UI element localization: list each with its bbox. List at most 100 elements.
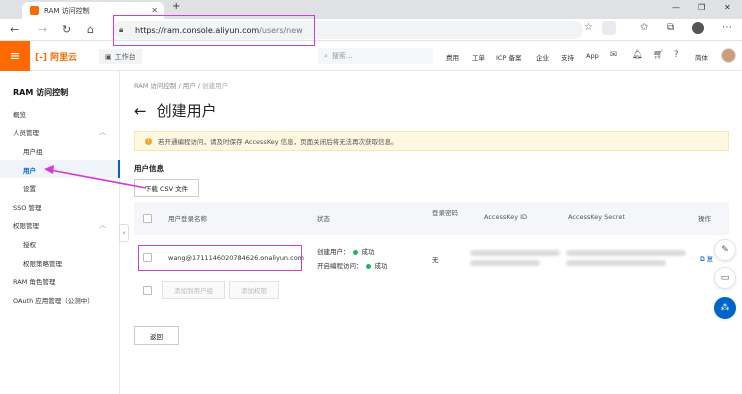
breadcrumb-current: 创建用户 — [202, 82, 229, 90]
help-icon[interactable]: ? — [674, 50, 679, 60]
search-input[interactable]: ⌕ 搜索... — [318, 48, 433, 64]
sidebar-item-users[interactable]: 用户 — [23, 165, 36, 175]
message-icon[interactable]: ✉ — [610, 50, 617, 60]
sidebar: RAM 访问控制 概览 人员管理 ︿ 用户组 用户 设置 SSO 管理 权限管理… — [0, 71, 120, 394]
accesskey-secret-blurred — [566, 250, 686, 256]
sidebar-title: RAM 访问控制 — [13, 88, 69, 97]
search-icon: ⌕ — [324, 51, 328, 60]
reload-icon[interactable]: ↻ — [62, 23, 71, 36]
close-tab-icon[interactable]: ✕ — [151, 6, 158, 15]
sidebar-item-settings[interactable]: 设置 — [23, 183, 36, 193]
th-password: 登录密码 — [432, 209, 458, 217]
feedback-icon[interactable]: ✎ — [714, 239, 736, 261]
sidebar-item-policies[interactable]: 权限策略管理 — [23, 258, 62, 268]
breadcrumb-users[interactable]: 用户 — [183, 82, 196, 90]
notice-text: 若开通编程访问，请及时保存 AccessKey 信息，页面关闭后将无法再次获取信… — [158, 138, 398, 146]
profile-avatar[interactable] — [692, 22, 704, 34]
status-prog-label: 开启编程访问： — [317, 262, 363, 270]
status-create-value: 成功 — [361, 248, 375, 256]
back-icon[interactable]: ← — [10, 23, 19, 36]
tab-title: RAM 访问控制 — [44, 6, 90, 15]
sidebar-item-groups[interactable]: 用户组 — [23, 146, 43, 156]
accesskey-id-blurred — [470, 250, 560, 256]
breadcrumb-ram[interactable]: RAM 访问控制 — [134, 82, 176, 90]
forward-icon[interactable]: → — [38, 23, 47, 36]
sidebar-item-grants[interactable]: 授权 — [23, 239, 36, 249]
accesskey-secret-blurred — [566, 260, 666, 266]
extension-icon[interactable] — [602, 21, 616, 35]
sidebar-item-permissions[interactable]: 权限管理 — [13, 220, 39, 230]
chat-icon[interactable]: ▭ — [714, 267, 736, 289]
workbench-icon: ▣ — [105, 52, 112, 61]
maximize-icon[interactable]: ❐ — [698, 3, 705, 12]
page-title-text: 创建用户 — [156, 102, 217, 120]
status-prog-value: 成功 — [374, 262, 388, 270]
password-value: 无 — [432, 256, 439, 264]
console-header: ≡ [-] 阿里云 ▣ 工作台 ⌕ 搜索... 费用 工单 ICP 备案 企业 … — [0, 41, 742, 71]
header-link-icp[interactable]: ICP 备案 — [496, 52, 521, 62]
language-switch[interactable]: 简体 — [695, 52, 708, 62]
favorites-icon[interactable]: ✩ — [640, 22, 648, 33]
sidebar-item-oauth[interactable]: OAuth 应用管理（公测中） — [13, 295, 94, 305]
sidebar-active-indicator — [0, 160, 120, 178]
cart-icon[interactable]: 🛒︎ — [653, 50, 664, 60]
return-button[interactable]: 返回 — [134, 326, 179, 345]
add-to-group-button[interactable]: 添加到用户组 — [162, 281, 225, 299]
sidebar-item-identities[interactable]: 人员管理 — [13, 127, 39, 137]
main-content: RAM 访问控制 / 用户 / 创建用户 ← 创建用户 ! 若开通编程访问，请及… — [121, 71, 742, 394]
table-header: 用户登录名称 状态 登录密码 AccessKey ID AccessKey Se… — [134, 202, 729, 235]
new-tab-button[interactable]: + — [172, 1, 180, 12]
footer-checkbox[interactable] — [143, 286, 152, 295]
th-accesskey-id: AccessKey ID — [484, 213, 528, 221]
warning-icon: ! — [145, 137, 152, 145]
favorite-star-icon[interactable]: ☆ — [584, 22, 593, 33]
bell-icon[interactable]: 🔔︎ — [632, 50, 643, 60]
collections-icon[interactable]: ⧉ — [667, 22, 674, 33]
th-login-name: 用户登录名称 — [168, 215, 207, 223]
chevron-up-icon[interactable]: ︿ — [99, 127, 106, 137]
th-accesskey-secret: AccessKey Secret — [568, 213, 625, 221]
aliyun-logo[interactable]: [-] 阿里云 — [35, 50, 77, 63]
th-status: 状态 — [317, 215, 330, 223]
th-actions: 操作 — [698, 215, 711, 223]
minimize-icon[interactable]: — — [672, 3, 680, 12]
header-link-enterprise[interactable]: 企业 — [536, 52, 549, 62]
apps-icon[interactable]: ⁂ — [714, 297, 736, 319]
accesskey-id-blurred — [470, 260, 540, 266]
home-icon[interactable]: ⌂ — [87, 23, 94, 36]
notice-banner: ! 若开通编程访问，请及时保存 AccessKey 信息，页面关闭后将无法再次获… — [134, 131, 729, 151]
menu-icon[interactable]: ≡ — [0, 41, 30, 71]
back-arrow-icon[interactable]: ← — [134, 102, 147, 120]
workbench-label: 工作台 — [114, 52, 136, 61]
search-placeholder: 搜索... — [331, 52, 353, 60]
header-link-billing[interactable]: 费用 — [446, 52, 459, 62]
user-avatar[interactable] — [721, 48, 736, 63]
status-create-label: 创建用户： — [317, 248, 350, 256]
sidebar-item-sso[interactable]: SSO 管理 — [13, 202, 41, 212]
sidebar-item-overview[interactable]: 概览 — [13, 109, 26, 119]
page-title: ← 创建用户 — [134, 100, 217, 121]
download-csv-button[interactable]: 下载 CSV 文件 — [134, 179, 199, 197]
success-dot-icon — [365, 263, 371, 269]
browser-tab-bar: RAM 访问控制 ✕ + — ❐ ✕ — [0, 0, 742, 19]
sidebar-item-roles[interactable]: RAM 角色管理 — [13, 276, 55, 286]
close-window-icon[interactable]: ✕ — [724, 3, 731, 12]
aliyun-favicon-icon — [30, 6, 39, 15]
breadcrumb: RAM 访问控制 / 用户 / 创建用户 — [134, 82, 229, 90]
status-programmatic: 开启编程访问： 成功 — [317, 260, 388, 270]
success-dot-icon — [352, 249, 358, 255]
add-permission-button[interactable]: 添加权限 — [229, 281, 279, 299]
url-annotation-box — [113, 15, 315, 46]
status-create: 创建用户： 成功 — [317, 246, 375, 256]
section-title: 用户信息 — [134, 164, 164, 173]
select-all-checkbox[interactable] — [143, 214, 152, 223]
header-link-app[interactable]: App — [586, 52, 599, 60]
header-link-ticket[interactable]: 工单 — [472, 52, 485, 62]
address-bar: ← → ↻ ⌂ 🔒︎ https://ram.console.aliyun.co… — [0, 19, 742, 41]
chevron-up-icon[interactable]: ︿ — [99, 220, 106, 230]
copy-icon[interactable]: ⧉ 复 — [700, 253, 713, 264]
workbench-button[interactable]: ▣ 工作台 — [99, 49, 142, 64]
more-menu-icon[interactable]: ⋯ — [722, 22, 732, 33]
row-annotation-box — [138, 245, 302, 271]
header-link-support[interactable]: 支持 — [561, 52, 574, 62]
